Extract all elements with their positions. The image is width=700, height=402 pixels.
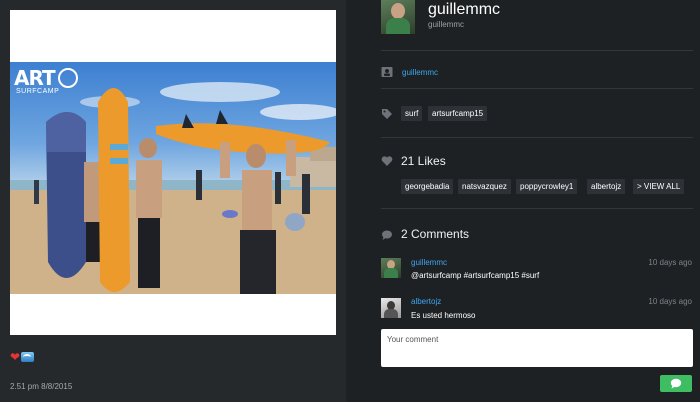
brand-logo: ART SURFCAMP: [14, 66, 78, 96]
user-name[interactable]: guillemmc: [428, 1, 500, 19]
tag-icon: [381, 108, 393, 120]
likes-count: 21 Likes: [401, 154, 446, 168]
divider: [381, 88, 693, 89]
tag-artsurfcamp15[interactable]: artsurfcamp15: [428, 106, 488, 121]
like-user-albertojz[interactable]: albertojz: [587, 179, 626, 194]
divider: [381, 208, 693, 209]
heart-icon: [381, 155, 393, 167]
comment-input[interactable]: [381, 329, 693, 367]
avatar[interactable]: [381, 0, 415, 34]
avatar[interactable]: [381, 298, 401, 318]
comment-author[interactable]: albertojz: [411, 297, 441, 306]
heart-icon: ❤: [10, 350, 21, 364]
divider: [381, 137, 693, 138]
like-user-natsvazquez[interactable]: natsvazquez: [458, 179, 511, 194]
comment-time: 10 days ago: [648, 258, 692, 267]
chat-bubble-icon: [670, 378, 682, 389]
logo-text: ART: [14, 66, 56, 90]
logo-subtext: SURFCAMP: [16, 88, 60, 95]
comments-count: 2 Comments: [401, 227, 470, 241]
like-user-poppycrowley1[interactable]: poppycrowley1: [516, 179, 578, 194]
comment-time: 10 days ago: [648, 297, 692, 306]
post-photo[interactable]: ART SURFCAMP: [10, 62, 336, 294]
caption-emoji: ❤: [10, 350, 35, 364]
logo-wave-icon: [58, 68, 78, 88]
post-panel: ART SURFCAMP ❤ 2.51 pm 8/8/2015: [0, 0, 346, 402]
post-timestamp: 2.51 pm 8/8/2015: [10, 382, 73, 391]
details-panel: guillemmc guillemmc guillemmc surf artsu…: [346, 0, 700, 402]
send-comment-button[interactable]: [660, 375, 692, 392]
comment-bubble-icon: [381, 229, 393, 241]
surf-scene: [10, 82, 336, 294]
photo-card: ART SURFCAMP: [10, 10, 336, 335]
comment-text: Es usted hermoso: [411, 311, 476, 320]
view-all-likes-button[interactable]: > VIEW ALL: [633, 179, 685, 194]
tag-surf[interactable]: surf: [401, 106, 423, 121]
wave-icon: [21, 352, 35, 362]
comment-text: @artsurfcamp #artsurfcamp15 #surf: [411, 271, 540, 280]
owner-link[interactable]: guillemmc: [402, 68, 438, 77]
avatar[interactable]: [381, 258, 401, 278]
user-handle: guillemmc: [428, 20, 465, 29]
divider: [381, 50, 693, 51]
like-user-georgebadia[interactable]: georgebadia: [401, 179, 454, 194]
comment-author[interactable]: guillemmc: [411, 258, 447, 267]
contact-card-icon: [381, 66, 393, 78]
